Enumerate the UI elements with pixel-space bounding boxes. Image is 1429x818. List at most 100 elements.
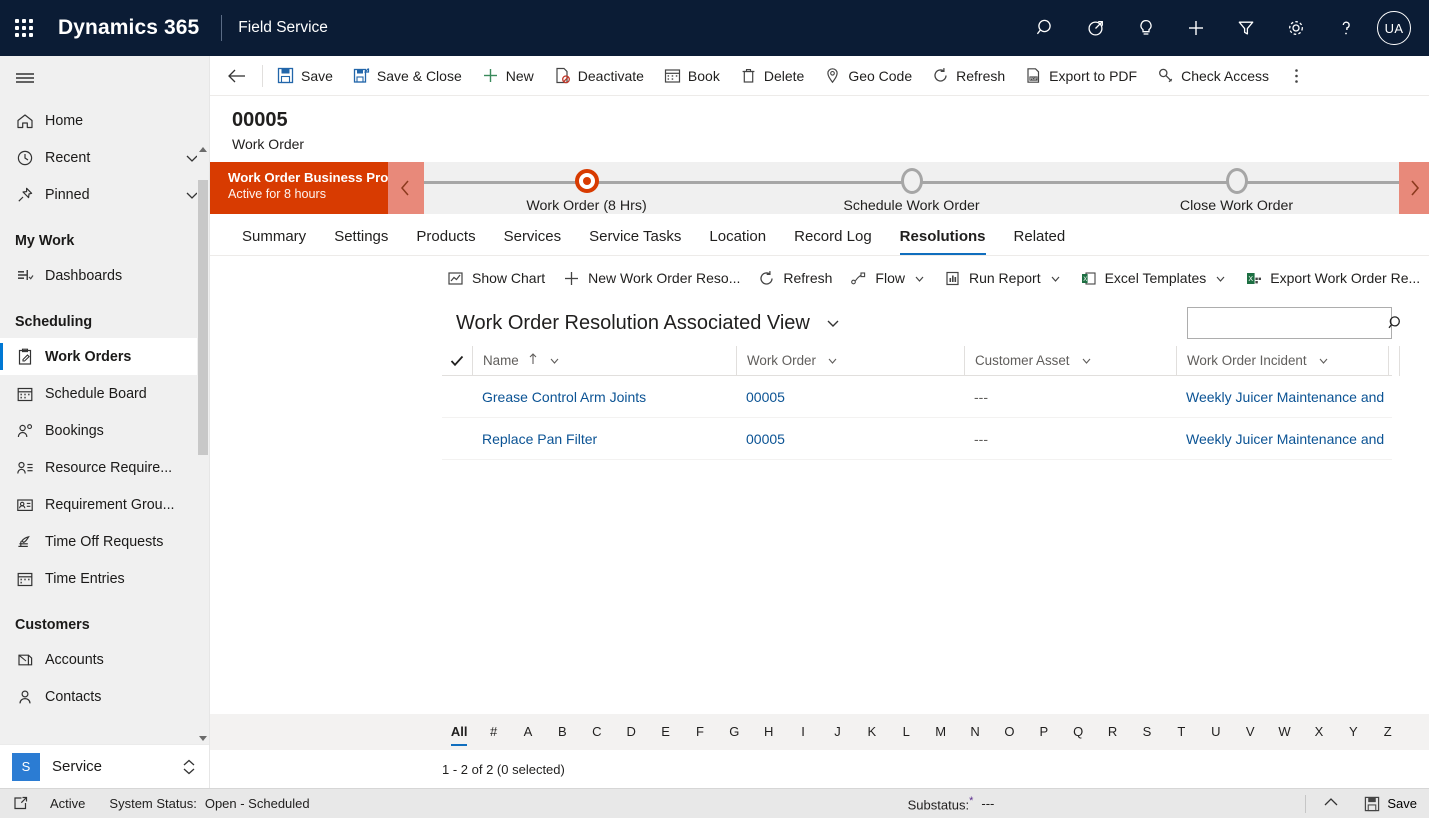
lightbulb-icon[interactable] (1121, 0, 1171, 56)
alpha-filter-o[interactable]: O (992, 720, 1026, 744)
alpha-filter-n[interactable]: N (958, 720, 992, 744)
show-chart-button[interactable]: Show Chart (438, 262, 554, 294)
record-link[interactable]: Weekly Juicer Maintenance and (1186, 389, 1384, 405)
sidebar-item-work-orders[interactable]: Work Orders (0, 338, 209, 375)
system-status-value[interactable]: Open - Scheduled (205, 796, 310, 811)
collapse-footer-button[interactable] (1310, 789, 1352, 818)
scroll-up-icon[interactable] (198, 144, 208, 156)
column-header-customer-asset[interactable]: Customer Asset (964, 345, 1176, 376)
cell-work-order[interactable]: 00005 (736, 418, 964, 460)
alpha-filter-z[interactable]: Z (1371, 720, 1405, 744)
chevron-down-icon[interactable] (826, 354, 839, 367)
scrollbar-thumb[interactable] (198, 180, 208, 455)
chevron-down-icon[interactable] (1049, 272, 1062, 285)
alpha-filter-q[interactable]: Q (1061, 720, 1095, 744)
filter-icon[interactable] (1221, 0, 1271, 56)
search-icon[interactable] (1021, 0, 1071, 56)
new-work-order-resolution-button[interactable]: New Work Order Reso... (554, 262, 749, 294)
sidebar-item-recent[interactable]: Recent (0, 139, 209, 176)
alpha-filter-e[interactable]: E (648, 720, 682, 744)
tab-summary[interactable]: Summary (232, 228, 320, 255)
table-row[interactable]: Replace Pan Filter 00005 --- Weekly Juic… (442, 418, 1392, 460)
new-button[interactable]: New (472, 56, 544, 96)
save-and-close-button[interactable]: Save & Close (343, 56, 472, 96)
site-map-toggle[interactable] (0, 56, 209, 100)
sidebar-item-resource-requirements[interactable]: Resource Require... (0, 449, 209, 486)
view-selector-chevron-down-icon[interactable] (824, 314, 842, 332)
subgrid-refresh-button[interactable]: Refresh (749, 262, 841, 294)
select-all-checkbox[interactable] (442, 355, 472, 367)
footer-save-button[interactable]: Save (1352, 789, 1429, 818)
sidebar-item-schedule-board[interactable]: Schedule Board (0, 375, 209, 412)
alpha-filter-i[interactable]: I (786, 720, 820, 744)
sidebar-item-time-entries[interactable]: Time Entries (0, 560, 209, 597)
alpha-filter-l[interactable]: L (889, 720, 923, 744)
column-header-created-on[interactable]: Created On (1388, 345, 1399, 376)
book-button[interactable]: Book (654, 56, 730, 96)
add-icon[interactable] (1171, 0, 1221, 56)
search-icon[interactable] (1379, 314, 1413, 332)
record-link[interactable]: 00005 (746, 431, 785, 447)
excel-templates-button[interactable]: X Excel Templates (1071, 262, 1237, 294)
help-icon[interactable] (1321, 0, 1371, 56)
alpha-filter-f[interactable]: F (683, 720, 717, 744)
sidebar-item-bookings[interactable]: Bookings (0, 412, 209, 449)
geo-code-button[interactable]: Geo Code (814, 56, 922, 96)
flow-button[interactable]: Flow (841, 262, 935, 294)
alpha-filter-y[interactable]: Y (1336, 720, 1370, 744)
alpha-filter-c[interactable]: C (580, 720, 614, 744)
cell-name[interactable]: Replace Pan Filter (472, 418, 736, 460)
cell-name[interactable]: Grease Control Arm Joints (472, 376, 736, 418)
back-arrow-icon[interactable] (216, 56, 258, 96)
sidebar-item-requirement-groups[interactable]: Requirement Grou... (0, 486, 209, 523)
chevron-left-icon[interactable] (388, 162, 424, 214)
assistant-icon[interactable] (1071, 0, 1121, 56)
bpf-name-block[interactable]: Work Order Business Pro... Active for 8 … (210, 162, 388, 214)
cell-work-order-incident[interactable]: Weekly Juicer Maintenance and (1176, 418, 1388, 460)
app-launcher-icon[interactable] (0, 0, 48, 56)
alpha-filter-h[interactable]: H (752, 720, 786, 744)
up-down-chevron-icon[interactable] (181, 758, 197, 776)
chevron-right-icon[interactable] (1399, 162, 1429, 214)
check-access-button[interactable]: Check Access (1147, 56, 1279, 96)
chevron-down-icon[interactable] (913, 272, 926, 285)
record-link[interactable]: 00005 (746, 389, 785, 405)
alpha-filter-t[interactable]: T (1164, 720, 1198, 744)
record-link[interactable]: Weekly Juicer Maintenance and (1186, 431, 1384, 447)
deactivate-button[interactable]: Deactivate (544, 56, 654, 96)
alpha-filter-m[interactable]: M (923, 720, 957, 744)
alpha-filter-b[interactable]: B (545, 720, 579, 744)
cell-work-order-incident[interactable]: Weekly Juicer Maintenance and (1176, 376, 1388, 418)
sidebar-item-time-off-requests[interactable]: Time Off Requests (0, 523, 209, 560)
tab-location[interactable]: Location (695, 228, 780, 255)
substatus-value[interactable]: --- (981, 796, 1301, 811)
column-header-work-order[interactable]: Work Order (736, 345, 964, 376)
sidebar-item-dashboards[interactable]: Dashboards (0, 257, 209, 294)
chevron-down-icon[interactable] (1317, 354, 1330, 367)
scroll-down-icon[interactable] (198, 732, 208, 744)
export-to-pdf-button[interactable]: PDF Export to PDF (1015, 56, 1147, 96)
chevron-down-icon[interactable] (548, 354, 561, 367)
search-input[interactable] (1188, 308, 1379, 338)
settings-gear-icon[interactable] (1271, 0, 1321, 56)
tab-products[interactable]: Products (402, 228, 489, 255)
alpha-filter-hash[interactable]: # (476, 720, 510, 744)
delete-button[interactable]: Delete (730, 56, 814, 96)
popout-icon[interactable] (0, 795, 40, 812)
tab-services[interactable]: Services (490, 228, 576, 255)
alpha-filter-j[interactable]: J (820, 720, 854, 744)
alpha-filter-x[interactable]: X (1302, 720, 1336, 744)
alpha-filter-a[interactable]: A (511, 720, 545, 744)
tab-service-tasks[interactable]: Service Tasks (575, 228, 695, 255)
table-row[interactable]: Grease Control Arm Joints 00005 --- Week… (442, 376, 1392, 418)
alpha-filter-u[interactable]: U (1199, 720, 1233, 744)
sidebar-scrollbar[interactable] (197, 144, 209, 744)
alpha-filter-g[interactable]: G (717, 720, 751, 744)
bpf-stage-close-work-order[interactable]: Close Work Order (1074, 162, 1399, 214)
more-vertical-icon[interactable] (1279, 56, 1313, 96)
bpf-stage-schedule-work-order[interactable]: Schedule Work Order (749, 162, 1074, 214)
column-header-work-order-incident[interactable]: Work Order Incident (1176, 345, 1388, 376)
alpha-filter-s[interactable]: S (1130, 720, 1164, 744)
save-button[interactable]: Save (267, 56, 343, 96)
sidebar-item-accounts[interactable]: Accounts (0, 641, 209, 678)
